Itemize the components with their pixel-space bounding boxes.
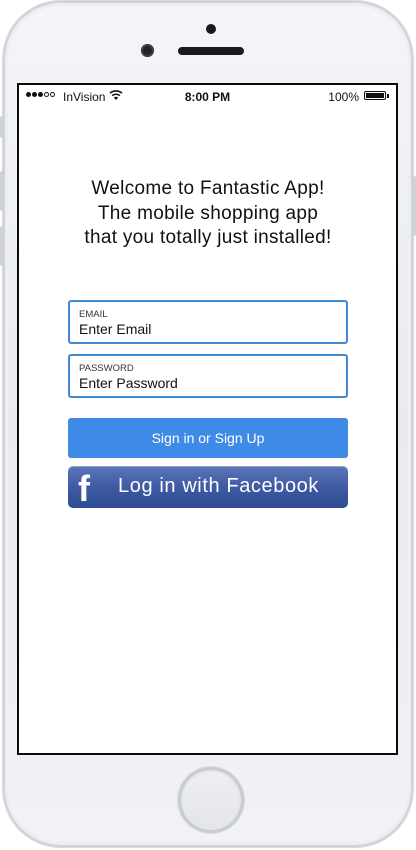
battery-cap (387, 94, 389, 98)
mute-switch (0, 116, 4, 138)
volume-up-button (0, 171, 4, 211)
email-input[interactable]: Enter Email (79, 321, 151, 337)
front-sensor (206, 24, 216, 34)
screen: InVision 8:00 PM 100% Welcome to Fantast… (17, 83, 398, 755)
status-bar: InVision 8:00 PM 100% (19, 85, 396, 107)
volume-down-button (0, 226, 4, 266)
email-field[interactable]: EMAIL Enter Email (68, 300, 348, 344)
password-input[interactable]: Enter Password (79, 375, 178, 391)
facebook-login-label: Log in with Facebook (118, 475, 320, 497)
email-label: EMAIL (79, 309, 108, 320)
signin-signup-button[interactable]: Sign in or Sign Up (68, 418, 348, 458)
earpiece-speaker (178, 47, 244, 55)
front-camera (141, 44, 154, 57)
facebook-icon: f (78, 468, 90, 509)
home-button[interactable] (178, 767, 244, 833)
battery-icon (364, 91, 386, 100)
power-button (412, 176, 416, 236)
password-field[interactable]: PASSWORD Enter Password (68, 354, 348, 398)
facebook-login-button[interactable]: f Log in with Facebook (68, 466, 348, 509)
password-label: PASSWORD (79, 363, 134, 374)
battery-percent: 100% (328, 90, 359, 104)
welcome-message: Welcome to Fantastic App! The mobile sho… (84, 178, 332, 248)
